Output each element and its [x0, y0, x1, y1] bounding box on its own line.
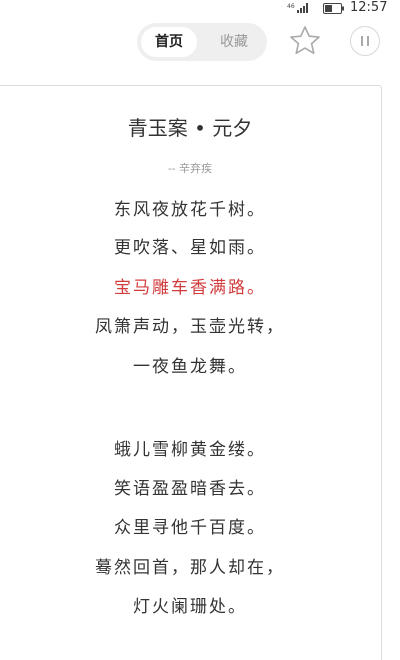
poem-line: 蓦然回首，那人却在，	[95, 558, 285, 578]
signal-icon: 46	[287, 3, 308, 13]
tab-switcher: 首页 收藏	[137, 23, 267, 61]
battery-icon	[323, 3, 344, 14]
pause-button[interactable]	[350, 26, 380, 56]
tab-home[interactable]: 首页	[141, 27, 197, 57]
app-screen: 46 12:57 首页 收藏 青玉案 • 元夕 -- 辛弃疾 东风夜放花千树。 …	[0, 0, 400, 660]
poem-line: 笑语盈盈暗香去。	[114, 479, 266, 499]
poem-line: 众里寻他千百度。	[114, 518, 266, 538]
svg-text:46: 46	[287, 3, 295, 10]
poem-line: 一夜鱼龙舞。	[133, 357, 247, 377]
poem-author: -- 辛弃疾	[168, 162, 212, 175]
status-time: 12:57	[350, 0, 388, 15]
poem-line: 蛾儿雪柳黄金缕。	[114, 440, 266, 460]
tab-favorites[interactable]: 收藏	[205, 27, 263, 57]
star-icon[interactable]	[288, 24, 322, 58]
poem-line: 东风夜放花千树。	[114, 200, 266, 220]
poem-title: 青玉案 • 元夕	[127, 116, 253, 140]
poem-line: 灯火阑珊处。	[133, 597, 247, 617]
poem-line: 更吹落、星如雨。	[114, 238, 266, 258]
status-bar: 46 12:57	[0, 0, 400, 16]
poem-line: 凤箫声动，玉壶光转，	[95, 317, 285, 337]
poem-line-highlighted: 宝马雕车香满路。	[114, 278, 266, 298]
